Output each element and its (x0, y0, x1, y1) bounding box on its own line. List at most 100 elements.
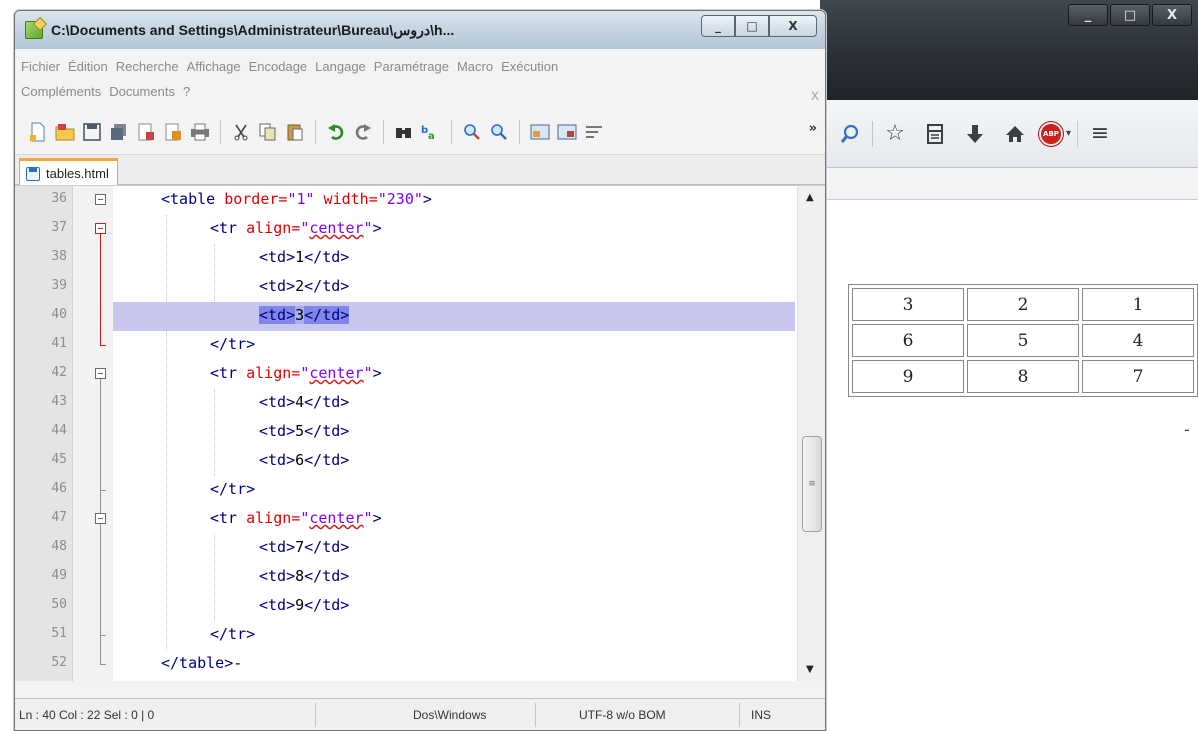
zoom-in-icon[interactable] (461, 121, 483, 143)
menu-fichier[interactable]: Fichier (21, 59, 60, 74)
code-editor[interactable]: 36 <table border="1" width="230"> 37 <tr… (15, 185, 825, 681)
scroll-down-arrow-icon[interactable]: ▼ (806, 664, 814, 675)
fold-marker (95, 418, 109, 447)
table-cell: 8 (967, 360, 1079, 393)
window-titlebar[interactable]: C:\Documents and Settings\Administrateur… (15, 11, 825, 49)
notepadpp-app-icon (25, 21, 43, 39)
fold-marker (95, 592, 109, 621)
redo-icon[interactable] (352, 121, 374, 143)
menu-row-2: Compléments Documents ? (21, 84, 819, 99)
toolbar-overflow-button[interactable]: » (809, 121, 817, 136)
fold-marker (95, 244, 109, 273)
fold-toggle[interactable] (95, 223, 106, 234)
status-divider (315, 703, 316, 727)
scrollbar-thumb[interactable]: ≡ (802, 436, 822, 532)
word-wrap-icon[interactable] (583, 121, 605, 143)
maximize-button[interactable]: □ (735, 15, 769, 37)
replace-icon[interactable]: ba (420, 121, 442, 143)
fold-marker[interactable] (95, 360, 109, 389)
line-number: 39 (51, 278, 67, 293)
menu-documents[interactable]: Documents (109, 84, 175, 99)
cut-icon[interactable] (230, 121, 252, 143)
scroll-up-arrow-icon[interactable]: ▲ (806, 192, 814, 203)
new-file-icon[interactable] (27, 121, 49, 143)
menu-parametrage[interactable]: Paramétrage (374, 59, 449, 74)
tab-tables-html[interactable]: tables.html (19, 158, 118, 186)
search-icon[interactable] (830, 114, 870, 154)
code-text: <td>1</td> (259, 248, 350, 266)
copy-icon[interactable] (257, 121, 279, 143)
table-row: 6 5 4 (852, 324, 1194, 357)
find-icon[interactable] (393, 121, 415, 143)
zoom-out-icon[interactable] (488, 121, 510, 143)
browser-minimize-button[interactable]: _ (1068, 4, 1108, 26)
fold-toggle[interactable] (95, 368, 106, 379)
fold-toggle[interactable] (95, 513, 106, 524)
line-number: 37 (51, 220, 67, 235)
code-line: 51 </tr> (15, 621, 795, 650)
toolbar-separator (1077, 120, 1078, 147)
document-tab-bar: tables.html (15, 155, 825, 186)
code-line: 48 <td>7</td> (15, 534, 795, 563)
code-line: 40 <td>3</td> (15, 302, 795, 331)
browser-maximize-button[interactable]: □ (1110, 4, 1150, 26)
table-cell: 9 (852, 360, 964, 393)
home-icon[interactable] (995, 114, 1035, 154)
line-number: 44 (51, 423, 67, 438)
fold-marker[interactable] (95, 186, 109, 215)
menu-encodage[interactable]: Encodage (249, 59, 308, 74)
adblock-badge: ABP (1038, 121, 1063, 146)
download-icon[interactable] (955, 114, 995, 154)
sync-horizontal-icon[interactable] (556, 121, 578, 143)
line-number: 38 (51, 249, 67, 264)
vertical-scrollbar[interactable]: ▲ ≡ ▼ (797, 186, 825, 681)
save-icon[interactable] (81, 121, 103, 143)
rendered-html-table: 3 2 1 6 5 4 9 8 7 (848, 284, 1198, 397)
close-file-icon[interactable] (135, 121, 157, 143)
menu-icon[interactable]: ≡ (1080, 114, 1120, 154)
table-cell: 7 (1082, 360, 1194, 393)
sync-vertical-icon[interactable] (529, 121, 551, 143)
svg-text:a: a (428, 131, 435, 141)
grip-icon: ≡ (808, 479, 816, 489)
close-document-button[interactable]: X (811, 89, 819, 103)
line-number: 50 (51, 597, 67, 612)
code-line: 50 <td>9</td> (15, 592, 795, 621)
menu-edition[interactable]: Édition (68, 59, 108, 74)
open-file-icon[interactable] (54, 121, 76, 143)
menu-execution[interactable]: Exécution (501, 59, 558, 74)
code-text: <td>3</td> (259, 306, 350, 324)
fold-marker[interactable] (95, 505, 109, 534)
adblock-icon[interactable]: ABP ▾ (1035, 114, 1075, 154)
menu-recherche[interactable]: Recherche (116, 59, 179, 74)
paste-icon[interactable] (284, 121, 306, 143)
code-line: 37 <tr align="center"> (15, 215, 795, 244)
menu-complements[interactable]: Compléments (21, 84, 101, 99)
fold-marker[interactable] (95, 215, 109, 244)
menu-affichage[interactable]: Affichage (187, 59, 241, 74)
fold-toggle[interactable] (95, 194, 106, 205)
code-text: <td>6</td> (259, 451, 350, 469)
close-button[interactable]: X (769, 15, 817, 37)
menu-help[interactable]: ? (183, 84, 190, 99)
eol-format: Dos\Windows (413, 708, 487, 722)
print-icon[interactable] (189, 121, 211, 143)
browser-close-button[interactable]: X (1152, 4, 1192, 26)
close-all-icon[interactable] (162, 121, 184, 143)
star-icon[interactable]: ☆ (875, 114, 915, 154)
line-number: 40 (51, 307, 67, 322)
notepadpp-window: C:\Documents and Settings\Administrateur… (14, 10, 826, 731)
fold-marker (95, 621, 109, 650)
fold-marker (95, 389, 109, 418)
code-text: </tr> (210, 625, 256, 643)
line-number: 47 (51, 510, 67, 525)
reading-list-icon[interactable] (915, 114, 955, 154)
menu-langage[interactable]: Langage (315, 59, 366, 74)
menu-macro[interactable]: Macro (457, 59, 493, 74)
code-text: <tr align="center"> (210, 219, 382, 237)
undo-icon[interactable] (325, 121, 347, 143)
minimize-button[interactable]: _ (701, 15, 735, 37)
fold-marker (95, 476, 109, 505)
save-all-icon[interactable] (108, 121, 130, 143)
browser-window-controls: _ □ X (1068, 4, 1192, 26)
